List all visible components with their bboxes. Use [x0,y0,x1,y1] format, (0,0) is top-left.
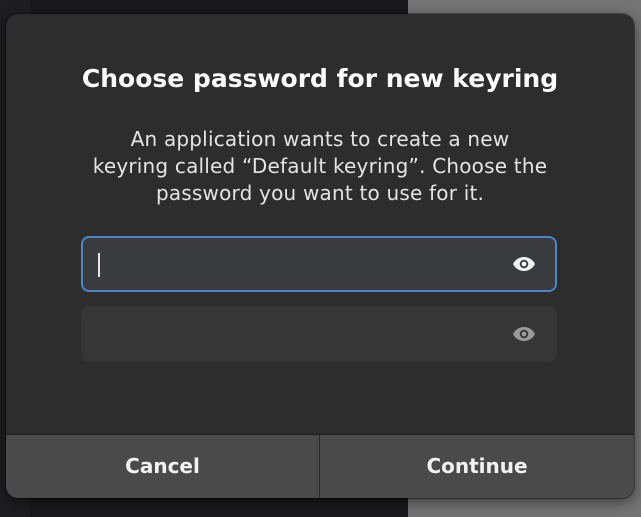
continue-button[interactable]: Continue [320,435,634,498]
keyring-password-dialog: Choose password for new keyring An appli… [6,14,634,498]
dialog-message-line: An application wants to create a new [130,127,510,151]
text-cursor [98,253,100,277]
dialog-message-line: password you want to use for it. [155,181,485,205]
eye-icon[interactable] [512,256,536,272]
dialog-button-bar: Cancel Continue [6,434,634,498]
password-input[interactable] [81,236,557,292]
dialog-message-line: keyring called “Default keyring”. Choose… [92,154,548,178]
password-confirm-input[interactable] [81,306,557,362]
cancel-button[interactable]: Cancel [6,435,320,498]
dialog-title: Choose password for new keyring [81,64,559,93]
eye-icon[interactable] [512,326,536,342]
dialog-message: An application wants to create a new key… [36,126,604,207]
